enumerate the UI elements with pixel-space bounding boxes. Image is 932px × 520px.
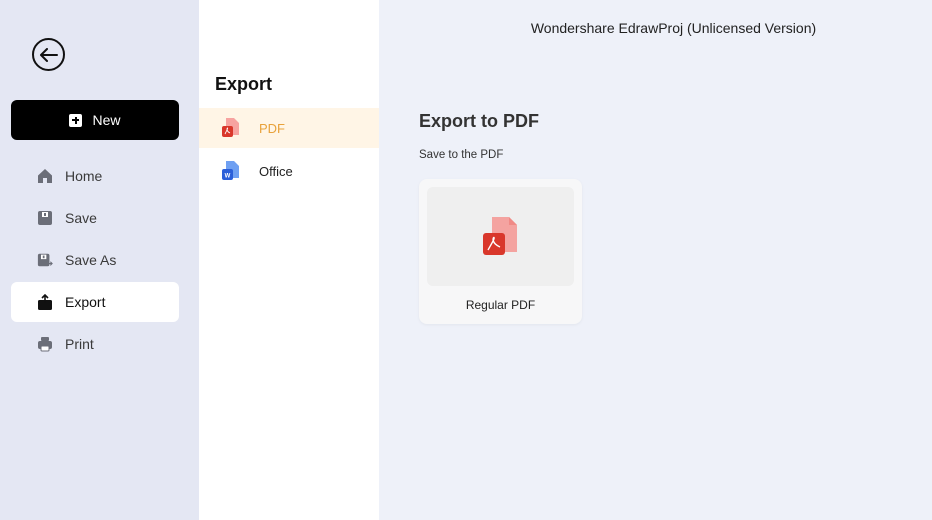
print-icon — [37, 336, 53, 352]
sidebar-item-home[interactable]: Home — [11, 156, 179, 196]
new-button-label: New — [92, 112, 121, 128]
export-item-pdf[interactable]: PDF — [199, 108, 379, 148]
sidebar-item-label: Save — [65, 210, 97, 226]
sidebar-item-label: Export — [65, 294, 106, 310]
file-sidebar: New Home Save Save As Export Print — [0, 0, 199, 520]
sidebar-item-label: Home — [65, 168, 103, 184]
word-file-icon: W — [222, 161, 239, 180]
plus-square-icon — [69, 113, 83, 127]
section-subtitle: Save to the PDF — [419, 149, 504, 161]
window-title: Wondershare EdrawProj (Unlicensed Versio… — [530, 20, 817, 36]
regular-pdf-card[interactable]: Regular PDF — [419, 179, 582, 324]
export-item-office[interactable]: W Office — [199, 151, 379, 191]
pdf-file-icon — [482, 216, 517, 255]
arrow-left-icon — [39, 47, 58, 62]
sidebar-item-export[interactable]: Export — [11, 282, 179, 322]
main-content: Wondershare EdrawProj (Unlicensed Versio… — [379, 0, 932, 520]
export-panel: Export PDF W Office — [199, 0, 379, 520]
save-icon — [37, 210, 53, 226]
sidebar-item-save[interactable]: Save — [11, 198, 179, 238]
pdf-file-icon — [222, 118, 239, 137]
home-icon — [37, 168, 53, 184]
card-thumbnail — [427, 187, 574, 286]
export-item-label: PDF — [259, 120, 285, 136]
svg-text:W: W — [225, 174, 231, 180]
sidebar-item-label: Print — [65, 336, 94, 352]
save-as-icon — [37, 252, 53, 268]
export-item-label: Office — [259, 163, 293, 179]
export-panel-title: Export — [215, 74, 273, 94]
new-button[interactable]: New — [11, 100, 179, 140]
section-title: Export to PDF — [419, 111, 539, 131]
back-button[interactable] — [32, 38, 65, 71]
sidebar-item-print[interactable]: Print — [11, 324, 179, 364]
sidebar-item-label: Save As — [65, 252, 117, 268]
card-label: Regular PDF — [465, 298, 536, 312]
export-icon — [37, 294, 53, 310]
sidebar-item-save-as[interactable]: Save As — [11, 240, 179, 280]
